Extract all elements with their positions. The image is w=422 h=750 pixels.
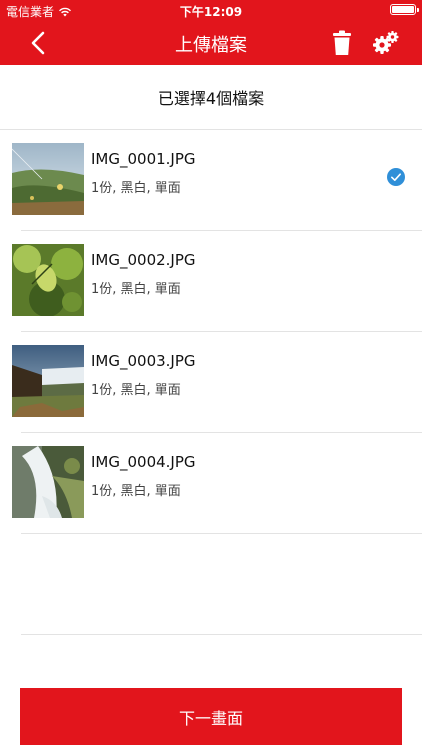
checkmark-icon[interactable] — [387, 168, 405, 186]
file-name: IMG_0003.JPG — [91, 352, 196, 370]
empty-list-row — [0, 534, 422, 635]
file-print-settings: 1份, 黑白, 單面 — [91, 282, 181, 297]
status-bar: 電信業者 下午12:09 — [0, 0, 422, 20]
file-row[interactable]: IMG_0004.JPG 1份, 黑白, 單面 — [0, 433, 422, 534]
file-thumbnail — [12, 446, 84, 518]
file-thumbnail — [12, 143, 84, 215]
trash-icon[interactable] — [331, 30, 353, 56]
file-list: IMG_0001.JPG 1份, 黑白, 單面 IMG_0002.JPG 1份,… — [0, 130, 422, 635]
page-title: 上傳檔案 — [175, 35, 247, 56]
battery-level-fill — [392, 6, 414, 13]
file-row[interactable]: IMG_0001.JPG 1份, 黑白, 單面 — [0, 130, 422, 231]
file-name: IMG_0001.JPG — [91, 150, 196, 168]
row-divider — [21, 634, 422, 635]
next-screen-button[interactable]: 下一畫面 — [20, 688, 402, 745]
selected-count-header: 已選擇4個檔案 — [0, 65, 422, 130]
battery-icon — [390, 4, 419, 15]
file-thumbnail — [12, 345, 84, 417]
navigation-bar: 上傳檔案 — [0, 20, 422, 65]
file-row[interactable]: IMG_0003.JPG 1份, 黑白, 單面 — [0, 332, 422, 433]
file-name: IMG_0002.JPG — [91, 251, 196, 269]
file-print-settings: 1份, 黑白, 單面 — [91, 383, 181, 398]
file-print-settings: 1份, 黑白, 單面 — [91, 484, 181, 499]
file-row[interactable]: IMG_0002.JPG 1份, 黑白, 單面 — [0, 231, 422, 332]
gears-icon[interactable] — [372, 30, 400, 56]
file-thumbnail — [12, 244, 84, 316]
file-print-settings: 1份, 黑白, 單面 — [91, 181, 181, 196]
file-name: IMG_0004.JPG — [91, 453, 196, 471]
status-time: 下午12:09 — [179, 5, 243, 19]
